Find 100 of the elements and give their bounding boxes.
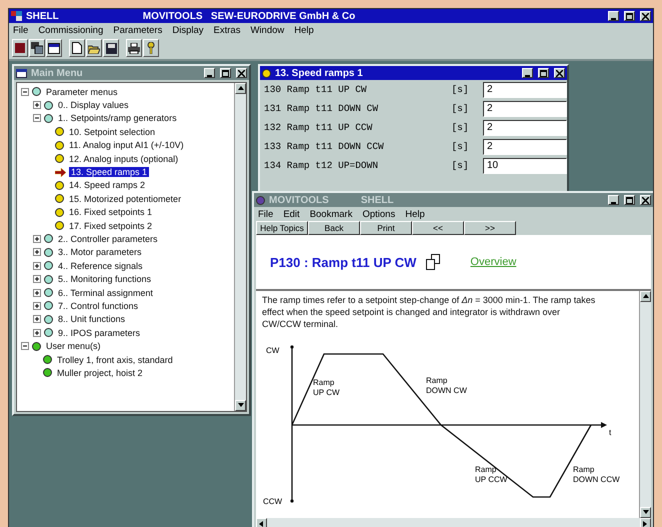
close-button[interactable] <box>640 11 651 21</box>
unit-label: [s] <box>451 103 470 114</box>
tree-item[interactable]: 8.. Unit functions <box>56 314 128 324</box>
tree-item[interactable]: 12. Analog inputs (optional) <box>67 154 180 164</box>
value-field[interactable]: 10 <box>483 158 567 174</box>
expand-icon[interactable] <box>33 328 41 337</box>
tree-item[interactable]: 3.. Motor parameters <box>56 247 144 258</box>
menu-item[interactable]: Window <box>250 24 284 36</box>
toolbar-button[interactable] <box>69 39 85 57</box>
value-field[interactable]: 2 <box>483 100 567 116</box>
menu-item[interactable]: Parameters <box>113 24 162 36</box>
menu-item[interactable]: Help <box>294 24 314 36</box>
overview-link[interactable]: Overview <box>470 256 516 268</box>
toolbar-button[interactable] <box>143 39 159 57</box>
tree-item[interactable]: 4.. Reference signals <box>56 260 145 271</box>
maximize-icon <box>626 196 633 204</box>
toolbar-button[interactable] <box>126 39 142 57</box>
circle-icon <box>44 114 53 123</box>
expand-icon[interactable] <box>33 248 41 256</box>
menu-item[interactable]: File <box>13 24 28 36</box>
close-button[interactable] <box>640 195 651 205</box>
maximize-button[interactable] <box>624 11 635 21</box>
menu-item[interactable]: Display <box>172 24 204 36</box>
minimize-button[interactable] <box>608 195 619 205</box>
toolbar-button[interactable] <box>103 39 119 57</box>
collapse-icon[interactable] <box>21 88 29 96</box>
tree-item[interactable]: 6.. Terminal assignment <box>56 288 155 298</box>
circle-icon <box>55 140 64 150</box>
scrollbar[interactable] <box>256 518 651 527</box>
window-icon <box>16 68 27 78</box>
toolbar-button[interactable] <box>86 39 102 57</box>
expand-icon[interactable] <box>33 302 41 310</box>
menu-item[interactable]: Help <box>405 208 425 220</box>
tree-item[interactable]: 9.. IPOS parameters <box>56 328 142 338</box>
tree-item[interactable]: 14. Speed ramps 2 <box>67 180 148 190</box>
save-icon <box>106 42 116 54</box>
scrollbar[interactable] <box>639 291 651 518</box>
pages-icon <box>426 254 440 270</box>
unit-label: [s] <box>451 141 470 152</box>
collapse-icon[interactable] <box>21 342 29 350</box>
expand-icon[interactable] <box>33 101 41 110</box>
tree-item[interactable]: Trolley 1, front axis, standard <box>55 354 175 364</box>
close-button[interactable] <box>236 68 247 78</box>
tree-item[interactable]: 0.. Display values <box>56 100 131 110</box>
window-subtitle: SHELL <box>360 194 394 206</box>
toolbar-button[interactable] <box>12 39 28 57</box>
tree-item[interactable]: 10. Setpoint selection <box>67 126 158 137</box>
window-title: SHELL <box>26 10 59 22</box>
help-button[interactable]: Print <box>360 221 412 235</box>
arrow-up-icon <box>642 292 650 300</box>
toolbar-button[interactable] <box>29 39 45 57</box>
scrollbar[interactable] <box>234 83 246 411</box>
value-field[interactable]: 2 <box>483 138 567 154</box>
window-title: Main Menu <box>31 68 83 78</box>
toolbar-button[interactable] <box>46 39 62 57</box>
maximize-button[interactable] <box>220 68 231 78</box>
expand-icon[interactable] <box>33 234 41 243</box>
circle-icon <box>55 180 64 190</box>
arrow-up-icon <box>236 84 244 92</box>
tree-item[interactable]: User menu(s) <box>44 341 103 352</box>
value-field[interactable]: 2 <box>483 120 567 136</box>
collapse-icon[interactable] <box>33 114 41 122</box>
help-button[interactable]: >> <box>464 221 516 235</box>
tree-item[interactable]: 7.. Control functions <box>56 300 140 311</box>
help-button[interactable]: Help Topics <box>256 221 308 235</box>
close-button[interactable] <box>554 68 565 78</box>
tree-item[interactable]: 2.. Controller parameters <box>56 234 160 244</box>
menu-item[interactable]: File <box>258 208 274 220</box>
tree-item[interactable]: 5.. Monitoring functions <box>56 274 154 284</box>
menu-item[interactable]: Edit <box>283 208 300 220</box>
tree-item[interactable]: Muller project, hoist 2 <box>55 368 145 378</box>
parameter-label: 133 Ramp t11 DOWN CCW <box>264 141 385 152</box>
menu-item[interactable]: Bookmark <box>310 208 352 220</box>
tree-item[interactable]: 15. Motorized potentiometer <box>67 194 184 204</box>
tree-item[interactable]: 17. Fixed setpoints 2 <box>67 220 154 231</box>
circle-icon <box>44 288 53 298</box>
parameter-label: 134 Ramp t12 UP=DOWN <box>264 160 380 171</box>
tree-item[interactable]: Parameter menus <box>44 86 120 97</box>
expand-icon[interactable] <box>33 288 41 297</box>
minimize-button[interactable] <box>608 11 619 21</box>
value-field[interactable]: 2 <box>483 82 567 98</box>
expand-icon[interactable] <box>33 262 41 270</box>
menu-item[interactable]: Options <box>362 208 396 220</box>
help-button[interactable]: Back <box>308 221 360 235</box>
tree-item[interactable]: 1.. Setpoints/ramp generators <box>56 113 179 124</box>
minimize-button[interactable] <box>204 68 215 78</box>
minimize-button[interactable] <box>522 68 533 78</box>
tree-item[interactable]: 13. Speed ramps 1 <box>69 167 150 178</box>
help-button[interactable]: << <box>412 221 464 235</box>
axis-label: t <box>609 428 612 437</box>
expand-icon[interactable] <box>33 275 41 284</box>
maximize-button[interactable] <box>624 195 635 205</box>
tree-item[interactable]: 16. Fixed setpoints 1 <box>67 207 154 218</box>
expand-icon[interactable] <box>33 315 41 324</box>
maximize-button[interactable] <box>538 68 549 78</box>
window-subtitle: MOVITOOLS SEW-EURODRIVE GmbH & Co <box>142 10 356 22</box>
menu-item[interactable]: Commissioning <box>38 24 104 36</box>
tree-item[interactable]: 11. Analog input AI1 (+/-10V) <box>67 140 186 150</box>
menu-item[interactable]: Extras <box>214 24 240 36</box>
window-icon <box>48 42 60 54</box>
